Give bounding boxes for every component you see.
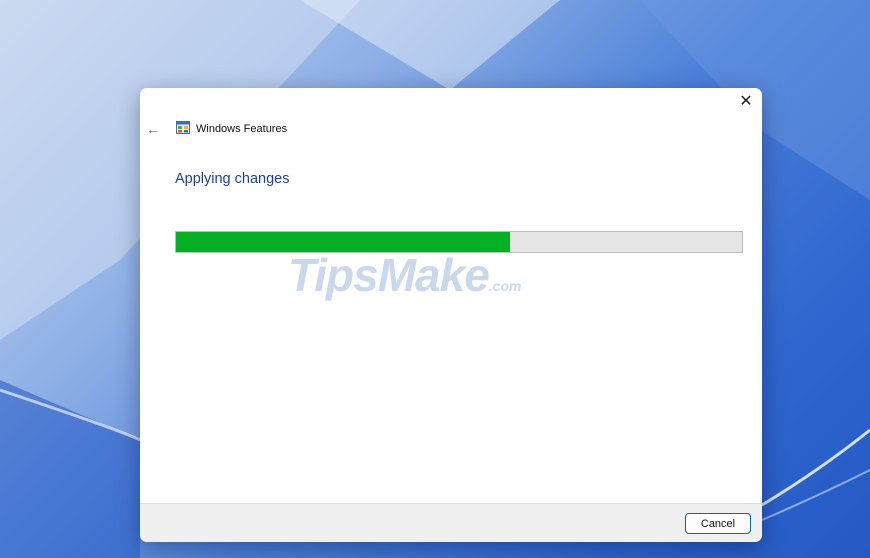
dialog-title: Windows Features bbox=[196, 123, 288, 135]
dialog-footer: Cancel bbox=[140, 503, 762, 542]
windows-features-icon bbox=[176, 121, 190, 134]
watermark-logo: TipsMake.com bbox=[288, 249, 522, 301]
windows-features-dialog: ✕ ← Windows Features Applying changes Ti… bbox=[140, 88, 762, 542]
close-button[interactable]: ✕ bbox=[736, 92, 756, 112]
close-icon: ✕ bbox=[739, 93, 753, 110]
back-button[interactable]: ← bbox=[146, 121, 160, 137]
back-arrow-icon: ← bbox=[146, 121, 160, 137]
status-heading: Applying changes bbox=[175, 171, 290, 187]
cancel-button[interactable]: Cancel bbox=[685, 513, 751, 534]
